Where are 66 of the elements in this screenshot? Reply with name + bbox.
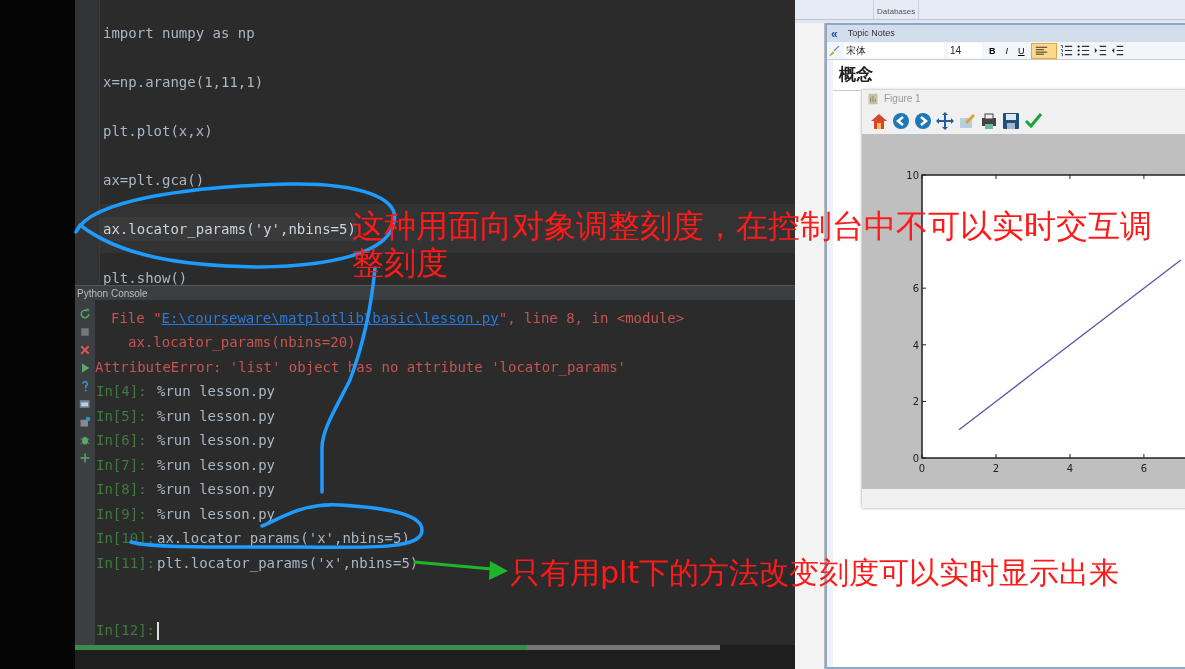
font-dropdown[interactable]: 宋体 [844,43,944,58]
window-icon[interactable] [79,398,91,410]
format-button[interactable]: I [1002,43,1011,58]
y-tick-label: 0 [912,453,919,464]
y-tick-label: 6 [912,283,919,295]
console-command: %run lesson.py [157,406,275,426]
save-icon[interactable] [1002,111,1020,130]
input-prompt: In[7]: [95,455,148,475]
input-prompt: In[6]: [95,431,148,451]
brush-icon[interactable] [827,44,840,57]
outdent-icon[interactable] [1110,44,1124,57]
help-icon[interactable] [79,380,91,392]
move-icon[interactable] [936,111,954,130]
input-prompt: In[8]: [95,480,148,500]
stop-icon[interactable] [79,326,91,338]
window-icon[interactable] [79,416,91,428]
console-command: %run lesson.py [157,382,275,402]
play-icon[interactable] [79,362,91,374]
x-tick-label: 4 [1066,463,1074,474]
forward-icon[interactable] [914,111,932,130]
ribbon-group-label: Databases [877,7,916,16]
checkmark-icon[interactable] [1024,111,1042,130]
window-title: Figure 1 [884,92,921,106]
console-command: %run lesson.py [157,504,275,524]
x-tick-label: 6 [1140,463,1148,474]
y-tick-label: 10 [906,170,919,181]
code-line: import numpy as np [102,23,255,43]
indent-icon[interactable] [1093,44,1107,57]
console-command: ax.locator_params('x',nbins=5) [157,529,410,549]
collapse-button[interactable]: « [827,27,842,40]
y-tick-label: 2 [912,396,919,408]
back-icon[interactable] [892,111,910,130]
panel-title: Python Console [77,286,148,301]
code-line: x=np.arange(1,11,1) [102,72,264,92]
x-tick-label: 2 [992,463,1000,474]
code-line: plt.plot(x,x) [102,121,213,141]
size-dropdown[interactable]: 14 [948,43,982,58]
input-prompt: In[9]: [95,504,148,524]
rerun-icon[interactable] [79,308,91,320]
close-icon[interactable] [79,344,91,356]
print-icon[interactable] [980,111,998,130]
input-prompt: In[4]: [95,382,148,402]
console-command: %run lesson.py [157,455,275,475]
numbered-list-icon[interactable] [1059,44,1073,57]
align-left-icon[interactable] [1034,44,1048,57]
align-button[interactable] [1031,43,1056,58]
input-prompt: In[5]: [95,406,148,426]
y-tick-label: 4 [912,339,919,351]
text-caret [157,621,159,640]
format-button[interactable]: U [1015,43,1028,58]
home-icon[interactable] [870,111,888,130]
format-button[interactable]: B [986,43,999,58]
x-tick-label: 0 [918,463,926,474]
console-command: %run lesson.py [157,480,275,500]
input-prompt: In[12]: [95,621,156,641]
figure-window-icon [867,92,879,105]
input-prompt: In[11]: [95,553,156,573]
bullet-list-icon[interactable] [1076,44,1090,57]
traceback-code: ax.locator_params(nbins=20) [127,333,356,353]
console-command: plt.locator_params('x',nbins=5) [157,553,419,574]
code-line: ax=plt.gca() [102,170,205,190]
code-line: plt.show() [102,268,188,288]
plus-icon[interactable] [79,452,91,464]
console-command: %run lesson.py [157,431,275,451]
panel-title: Topic Notes [847,26,895,40]
bug-icon[interactable] [79,434,91,446]
